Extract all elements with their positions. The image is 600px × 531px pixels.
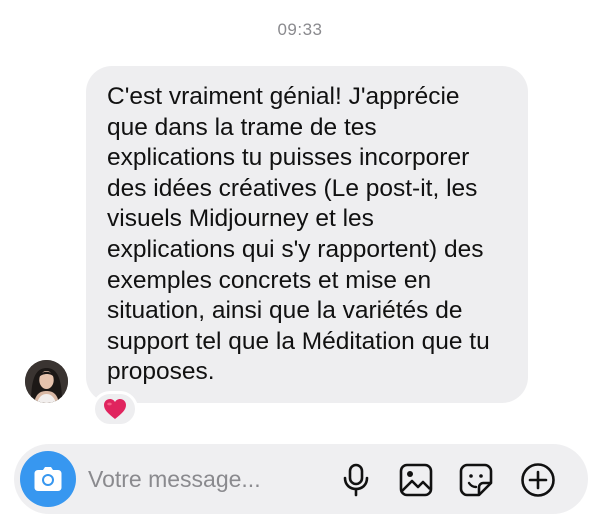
message-line: explications tu puisses incorporer <box>107 144 470 172</box>
microphone-icon <box>343 463 369 497</box>
message-line: des idées créatives (Le post-it, les <box>107 174 478 202</box>
message-input[interactable] <box>88 461 328 497</box>
message-line: que dans la trame de tes <box>107 113 377 141</box>
plus-icon <box>521 463 555 497</box>
camera-button[interactable] <box>20 451 76 507</box>
message-line: proposes. <box>107 358 215 386</box>
image-icon <box>399 463 433 497</box>
sticker-button[interactable] <box>457 461 495 499</box>
message-timestamp: 09:33 <box>277 20 323 39</box>
message-composer <box>14 444 588 514</box>
message-line: C'est vraiment génial! J'apprécie <box>107 83 460 110</box>
message-line: exemples concrets et mise en <box>107 266 432 294</box>
sender-avatar[interactable] <box>25 360 68 403</box>
sticker-icon <box>459 463 493 497</box>
message-line: visuels Midjourney et les <box>107 205 374 233</box>
heart-icon <box>104 399 126 419</box>
message-line: support tel que la Méditation que tu <box>107 327 490 355</box>
heart-reaction[interactable] <box>92 391 138 427</box>
message-bubble[interactable]: C'est vraiment génial! J'apprécie que da… <box>86 66 528 403</box>
more-button[interactable] <box>519 461 557 499</box>
message-line: situation, ainsi que la variétés de <box>107 297 463 325</box>
camera-icon <box>34 467 62 491</box>
message-line: explications qui s'y rapportent) des <box>107 235 484 263</box>
avatar-photo <box>25 360 68 403</box>
gallery-button[interactable] <box>397 461 435 499</box>
microphone-button[interactable] <box>337 461 375 499</box>
